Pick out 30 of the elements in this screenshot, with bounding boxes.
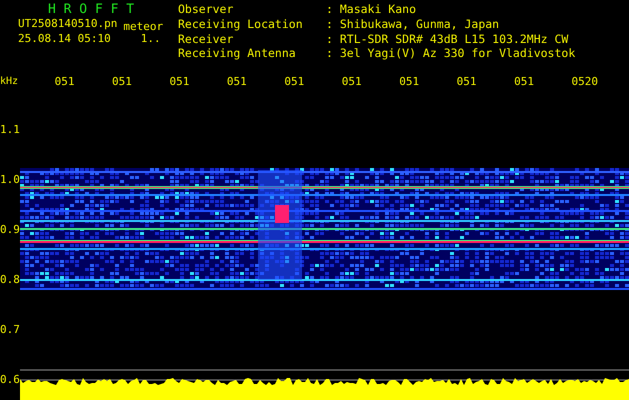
file-name: UT2508140510.pn — [18, 16, 118, 31]
field-value: : Masaki Kano — [326, 3, 418, 18]
time-label: 051 — [342, 74, 363, 88]
frequency-label: 0.8 — [0, 274, 20, 286]
detection-label: meteor — [123, 19, 164, 34]
field-label: Receiver — [178, 32, 234, 48]
axis-unit: kHz — [0, 76, 20, 86]
field-value: : 3el Yagi(V) Az 330 for Vladivostok — [326, 47, 576, 62]
time-label: 051 — [169, 74, 190, 88]
time-label: 051 — [399, 74, 420, 88]
frequency-label: 0.7 — [0, 324, 20, 336]
time-label: 0520 — [572, 74, 600, 88]
time-label: 051 — [226, 74, 248, 88]
frequency-label: 0.6 — [0, 374, 20, 386]
frequency-label: 1.1 — [0, 124, 20, 136]
time-label: 051 — [112, 74, 133, 88]
counter: 1.. — [140, 31, 161, 46]
frequency-label: 1.0 — [0, 174, 20, 186]
time-label: 051 — [456, 74, 478, 88]
time-label: 051 — [514, 74, 535, 88]
field-value: : RTL-SDR SDR# 43dB L15 103.2MHz CW — [326, 32, 570, 48]
time-label: 051 — [284, 74, 306, 88]
field-label: Observer — [178, 3, 234, 18]
app-title: H R O F F T — [47, 3, 136, 16]
timestamp: 25.08.14 05:10 — [18, 31, 111, 46]
frequency-label: 0.9 — [0, 224, 20, 236]
field-value: : Shibukawa, Gunma, Japan — [326, 18, 500, 32]
time-label: 051 — [54, 74, 76, 88]
field-label: Receiving Location — [178, 18, 304, 32]
field-label: Receiving Antenna — [178, 47, 297, 62]
